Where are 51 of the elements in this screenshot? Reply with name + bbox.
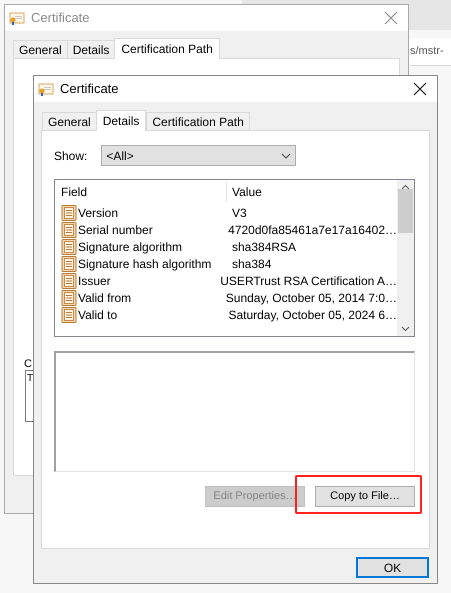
- field-value: V3: [231, 204, 247, 222]
- field-name: Signature hash algorithm: [78, 256, 212, 272]
- field-value: Saturday, October 05, 2024 6…: [227, 306, 397, 324]
- field-value: sha384RSA: [231, 238, 296, 256]
- tab[interactable]: Details: [96, 110, 146, 131]
- field-row[interactable]: Serial number 4720d0fa85461a7e17a16402…: [55, 221, 397, 238]
- field-icon: [61, 256, 77, 272]
- field-value: USERTrust RSA Certification A…: [219, 272, 397, 290]
- field-name: Issuer: [78, 272, 111, 290]
- field-name: Serial number: [78, 222, 153, 238]
- field-icon: [61, 204, 77, 220]
- field-icon: [61, 238, 77, 254]
- certificate-icon: [9, 10, 25, 26]
- field-icon: [61, 306, 77, 322]
- field-name: Valid to: [78, 306, 118, 324]
- show-dropdown[interactable]: <All>: [101, 145, 296, 166]
- column-header[interactable]: Value: [227, 182, 262, 202]
- field-name: Version: [78, 204, 118, 222]
- url-text: s/mstr-: [410, 44, 444, 60]
- field-row[interactable]: Version V3: [55, 204, 397, 221]
- label-text: C: [24, 357, 32, 372]
- field-icon: [61, 222, 77, 238]
- field-row[interactable]: Valid to Saturday, October 05, 2024 6…: [55, 306, 397, 323]
- field-value: 4720d0fa85461a7e17a16402…: [227, 222, 397, 238]
- field-value: sha384: [231, 256, 272, 272]
- tab[interactable]: General: [13, 40, 68, 58]
- tab[interactable]: General: [42, 112, 97, 130]
- show-label: Show:: [54, 148, 88, 164]
- tab[interactable]: Certification Path: [114, 38, 220, 59]
- field-row[interactable]: Signature algorithm sha384RSA: [55, 238, 397, 255]
- ok-button[interactable]: OK: [356, 557, 429, 578]
- column-header[interactable]: Field: [55, 182, 227, 202]
- field-value: Sunday, October 05, 2014 7:0…: [224, 290, 397, 306]
- field-row[interactable]: Valid from Sunday, October 05, 2014 7:0…: [55, 289, 397, 306]
- scroll-thumb[interactable]: [398, 189, 413, 233]
- copy-to-file-button[interactable]: Copy to File…: [315, 486, 415, 507]
- certificate-icon: [38, 81, 54, 97]
- scroll-down-icon[interactable]: [401, 326, 410, 332]
- window-title: Certificate: [31, 9, 91, 28]
- chevron-down-icon: [281, 152, 292, 158]
- field-row[interactable]: Signature hash algorithm sha384: [55, 255, 397, 272]
- field-row[interactable]: Issuer USERTrust RSA Certification A…: [55, 272, 397, 289]
- field-icon: [61, 290, 77, 306]
- scroll-up-icon[interactable]: [401, 184, 410, 190]
- field-icon: [61, 272, 77, 288]
- scrollbar[interactable]: [397, 180, 414, 336]
- close-icon[interactable]: [413, 82, 427, 96]
- window-title: Certificate: [60, 80, 120, 98]
- tab[interactable]: Certification Path: [146, 112, 250, 130]
- field-name: Signature algorithm: [78, 238, 182, 256]
- field-name: Valid from: [78, 290, 132, 306]
